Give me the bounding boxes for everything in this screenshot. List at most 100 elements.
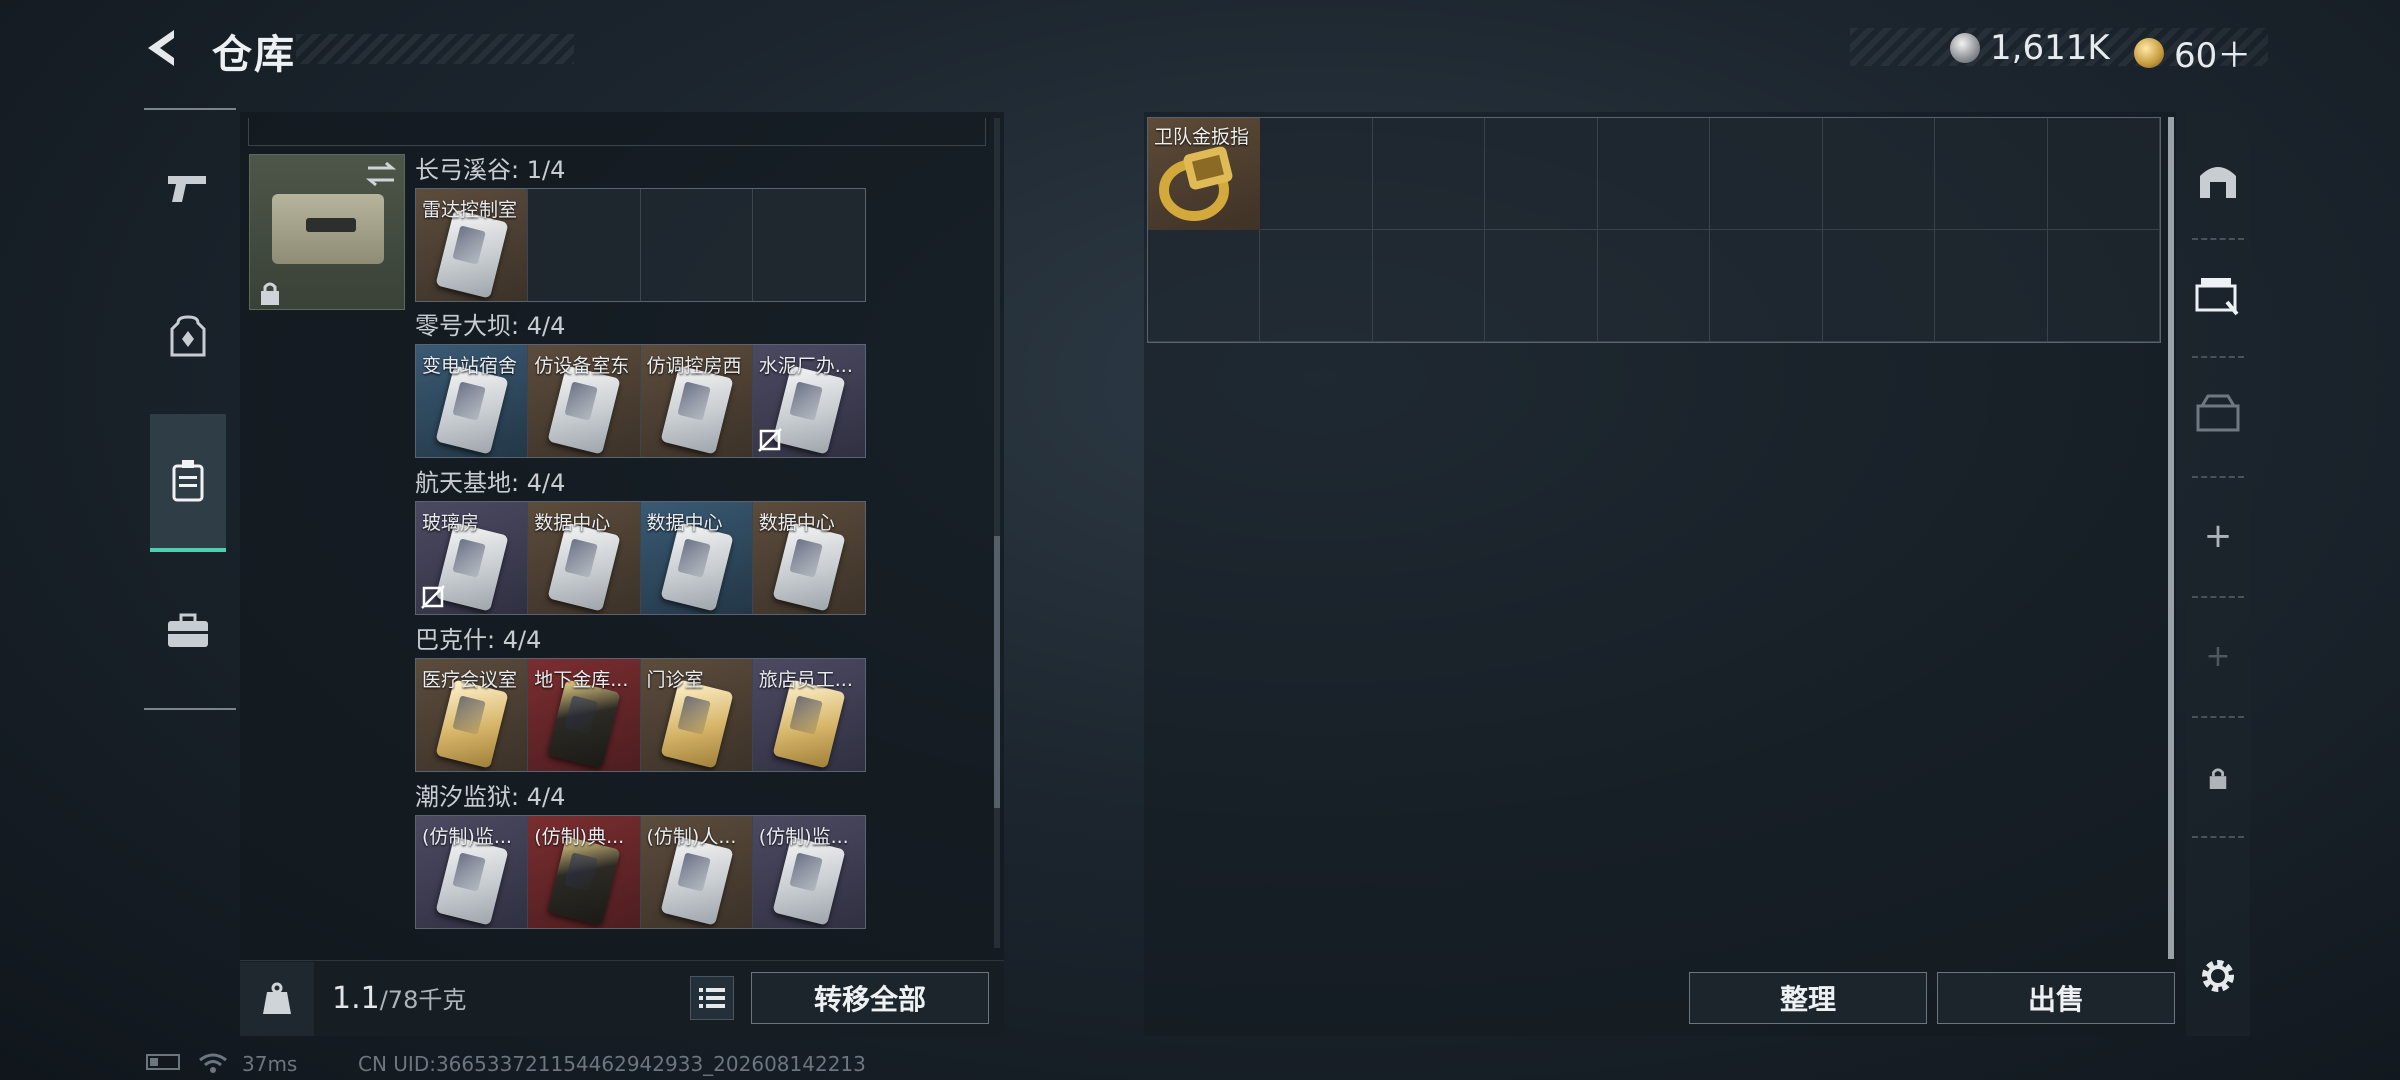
stash-cell[interactable]	[1597, 118, 1711, 230]
case-group-label: 零号大坝: 4/4	[415, 312, 566, 340]
keycard-slot[interactable]: 地下金库...	[528, 659, 641, 771]
swap-icon[interactable]	[364, 160, 398, 192]
keycard-name: 玻璃房	[422, 512, 480, 534]
list-icon	[699, 988, 725, 1008]
keycard-icon	[435, 522, 509, 612]
keycard-slot[interactable]: 数据中心	[640, 502, 753, 614]
keycard-slot[interactable]: (仿制)监...	[752, 816, 865, 928]
keycard-name: 医疗会议室	[422, 669, 518, 691]
stash-cell[interactable]	[1935, 230, 2048, 342]
nav-cases[interactable]	[150, 414, 226, 552]
weight-current: 1.1	[332, 981, 380, 1016]
empty-slot[interactable]	[640, 189, 753, 301]
keycard-slot[interactable]: (仿制)人...	[640, 816, 753, 928]
locked-tab[interactable]	[2186, 746, 2250, 810]
case-slot-row: 变电站宿舍 仿设备室东 仿调控房西 水泥厂办...	[415, 344, 866, 458]
stash-scrollbar[interactable]	[2168, 117, 2174, 959]
weight-box	[240, 962, 314, 1036]
settings-button[interactable]	[2186, 944, 2250, 1008]
case-group-label: 巴克什: 4/4	[415, 626, 542, 654]
tab-separator	[2192, 836, 2244, 838]
empty-slot[interactable]	[528, 189, 641, 301]
case-icon	[172, 460, 204, 502]
back-button[interactable]	[140, 24, 188, 72]
stash-grid[interactable]	[1147, 117, 2161, 343]
case-scrollbar-thumb[interactable]	[994, 536, 1000, 808]
stash-cell[interactable]	[1935, 118, 2048, 230]
tab-separator	[2192, 356, 2244, 358]
case-slot-row: 玻璃房 数据中心 数据中心 数据中心	[415, 501, 866, 615]
nav-armor[interactable]	[150, 292, 226, 382]
keycard-slot[interactable]: 医疗会议室	[416, 659, 529, 771]
nav-toolbox[interactable]	[150, 586, 226, 676]
keycard-icon	[772, 365, 846, 455]
stash-tab-main[interactable]	[2186, 148, 2250, 212]
token-currency[interactable]: 60＋	[2134, 28, 2251, 77]
keycard-icon	[435, 365, 509, 455]
silver-currency: 1,611K	[1950, 28, 2110, 68]
stash-cell[interactable]	[1710, 118, 1823, 230]
stash-cell[interactable]	[1148, 230, 1261, 342]
stash-cell[interactable]	[1822, 230, 1936, 342]
keycard-icon	[772, 679, 846, 769]
lock-icon	[258, 280, 282, 310]
case-slot-row: 雷达控制室	[415, 188, 866, 302]
keycard-name: (仿制)监...	[758, 826, 849, 848]
stash-cell[interactable]	[1597, 230, 1711, 342]
collection-icon	[2195, 278, 2239, 316]
keycard-slot[interactable]: 雷达控制室	[416, 189, 529, 301]
keycard-name: 旅店员工...	[758, 669, 853, 691]
page-title: 仓库	[212, 32, 296, 78]
backpack-icon	[170, 315, 206, 357]
stash-cell[interactable]	[1485, 118, 1598, 230]
stash-tab-extra[interactable]	[2186, 382, 2250, 446]
list-view-button[interactable]	[690, 976, 734, 1020]
sell-button[interactable]: 出售	[1937, 972, 2175, 1024]
keycard-slot[interactable]: 变电站宿舍	[416, 345, 529, 457]
keycard-icon	[547, 522, 621, 612]
keycard-icon	[435, 209, 509, 299]
keycard-slot[interactable]: (仿制)监...	[416, 816, 529, 928]
keycard-slot[interactable]: (仿制)典...	[528, 816, 641, 928]
keycard-name: 水泥厂办...	[758, 355, 853, 377]
tab-separator	[2192, 596, 2244, 598]
keycard-slot[interactable]: 数据中心	[528, 502, 641, 614]
keycard-icon	[659, 836, 734, 926]
stash-cell[interactable]	[2047, 230, 2160, 342]
keycard-name: 雷达控制室	[422, 199, 518, 221]
keycard-name: 地下金库...	[534, 669, 629, 691]
keycard-name: (仿制)监...	[422, 826, 512, 848]
stash-cell[interactable]	[1372, 230, 1486, 342]
stash-cell[interactable]	[1260, 230, 1373, 342]
case-group-label: 潮汐监狱: 4/4	[415, 783, 566, 811]
keycard-slot[interactable]: 仿设备室东	[528, 345, 641, 457]
silver-amount: 1,611K	[1990, 28, 2110, 68]
keycard-icon	[772, 836, 846, 926]
case-scrollbar[interactable]	[994, 118, 1000, 948]
keycard-slot[interactable]: 玻璃房	[416, 502, 529, 614]
keycard-slot[interactable]: 旅店员工...	[752, 659, 865, 771]
transfer-all-button[interactable]: 转移全部	[751, 972, 989, 1024]
stash-cell[interactable]	[1372, 118, 1486, 230]
stash-tab-collection[interactable]	[2186, 264, 2250, 328]
nav-weapons[interactable]	[150, 144, 226, 234]
add-tab-icon[interactable]: +	[2186, 504, 2250, 568]
keycard-slot[interactable]: 数据中心	[752, 502, 865, 614]
sort-button[interactable]: 整理	[1689, 972, 1927, 1024]
empty-slot[interactable]	[752, 189, 865, 301]
stash-cell[interactable]	[1822, 118, 1936, 230]
silver-coin-icon	[1950, 33, 1980, 63]
keycard-slot[interactable]: 门诊室	[640, 659, 753, 771]
stash-cell[interactable]	[1710, 230, 1823, 342]
stash-cell[interactable]	[2047, 118, 2160, 230]
stash-cell[interactable]	[1260, 118, 1373, 230]
keycard-name: (仿制)人...	[646, 826, 737, 848]
keycard-icon	[772, 522, 846, 612]
title-decoration	[296, 34, 574, 64]
keycard-slot[interactable]: 仿调控房西	[640, 345, 753, 457]
nav-divider-top	[144, 108, 236, 110]
stash-cell[interactable]	[1485, 230, 1598, 342]
storage-icon	[2196, 394, 2240, 432]
keycard-slot[interactable]: 水泥厂办...	[752, 345, 865, 457]
case-group-label: 航天基地: 4/4	[415, 469, 566, 497]
